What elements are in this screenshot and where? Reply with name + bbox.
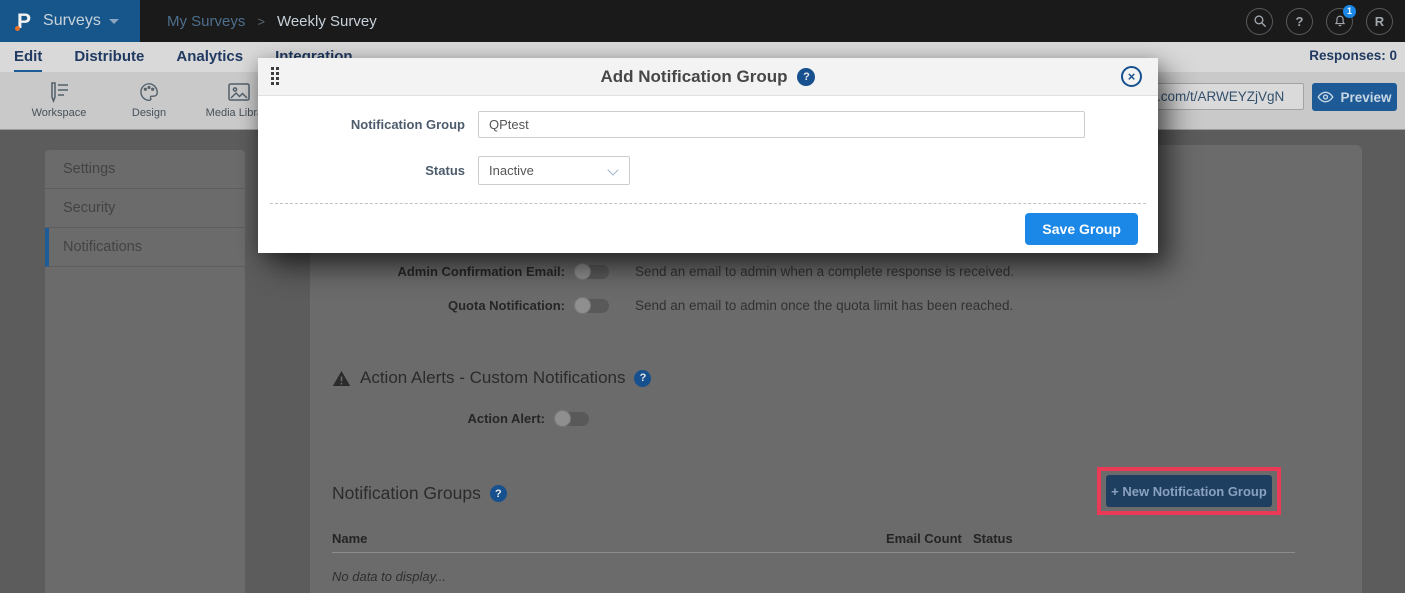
action-alert-label: Action Alert:	[310, 411, 545, 426]
toolbar-item-workspace[interactable]: Workspace	[14, 72, 104, 119]
notifications-button[interactable]: 1	[1326, 8, 1353, 35]
toolbar-item-label: Workspace	[32, 107, 87, 119]
warning-triangle-icon	[332, 370, 351, 387]
help-button[interactable]: ?	[1286, 8, 1313, 35]
add-notification-group-modal: Add Notification Group ? × Notification …	[258, 58, 1158, 253]
quota-notification-label: Quota Notification:	[310, 298, 565, 313]
notification-count-badge: 1	[1343, 5, 1356, 18]
workspace-pencil-icon	[47, 81, 71, 103]
save-group-button[interactable]: Save Group	[1025, 213, 1138, 245]
quota-notification-row: Quota Notification: Send an email to adm…	[310, 298, 1013, 313]
modal-body: Notification Group Status Inactive	[258, 96, 1158, 185]
tab-analytics[interactable]: Analytics	[176, 48, 243, 72]
quota-notification-description: Send an email to admin once the quota li…	[635, 298, 1013, 313]
topbar-actions: ? 1 R	[1246, 8, 1405, 35]
status-label: Status	[258, 163, 465, 178]
quota-notification-toggle[interactable]	[575, 299, 609, 313]
toolbar-item-label: Design	[132, 107, 166, 119]
sidebar-item-notifications[interactable]: Notifications	[45, 228, 245, 267]
toolbar-item-design[interactable]: Design	[104, 72, 194, 119]
group-name-input[interactable]	[478, 111, 1085, 138]
chevron-down-icon	[109, 19, 119, 24]
product-label: Surveys	[43, 12, 119, 30]
toggle-knob	[554, 410, 571, 427]
sidebar-item-security[interactable]: Security	[45, 189, 245, 228]
column-header-status: Status	[973, 531, 1013, 546]
sidebar-item-settings[interactable]: Settings	[45, 150, 245, 189]
toggle-knob	[574, 263, 591, 280]
notification-groups-help-icon[interactable]: ?	[490, 485, 507, 502]
avatar-initial: R	[1375, 14, 1384, 29]
breadcrumb: My Surveys > Weekly Survey	[167, 13, 377, 30]
status-select[interactable]: Inactive	[478, 156, 630, 185]
tab-edit[interactable]: Edit	[14, 48, 42, 72]
action-alert-toggle[interactable]	[555, 412, 589, 426]
search-icon	[1253, 14, 1267, 28]
questionpro-logo-icon: P	[17, 11, 31, 32]
preview-button[interactable]: Preview	[1312, 83, 1397, 111]
settings-sidebar: Settings Security Notifications	[45, 150, 245, 593]
product-switcher[interactable]: P Surveys	[0, 0, 140, 42]
logo-dot-icon	[15, 26, 20, 31]
eye-icon	[1317, 91, 1334, 103]
action-alerts-help-icon[interactable]: ?	[634, 370, 651, 387]
drag-handle-icon[interactable]	[271, 67, 281, 87]
avatar[interactable]: R	[1366, 8, 1393, 35]
admin-confirmation-email-toggle[interactable]	[575, 265, 609, 279]
chevron-down-icon	[607, 164, 618, 175]
breadcrumb-separator: >	[257, 14, 265, 29]
modal-header: Add Notification Group ? ×	[258, 58, 1158, 96]
admin-confirmation-email-row: Admin Confirmation Email: Send an email …	[310, 264, 1014, 279]
media-image-icon	[227, 81, 251, 103]
breadcrumb-my-surveys[interactable]: My Surveys	[167, 13, 245, 30]
action-alerts-heading: Action Alerts - Custom Notifications ?	[332, 368, 651, 388]
notification-groups-heading-text: Notification Groups	[332, 483, 481, 504]
group-name-row: Notification Group	[258, 111, 1158, 138]
toggle-knob	[574, 297, 591, 314]
close-icon[interactable]: ×	[1121, 66, 1142, 87]
table-empty-message: No data to display...	[332, 569, 1295, 584]
preview-button-label: Preview	[1340, 90, 1391, 105]
status-selected-value: Inactive	[489, 163, 534, 178]
top-bar: P Surveys My Surveys > Weekly Survey ? 1	[0, 0, 1405, 42]
table-header-row: Name Email Count Status	[332, 527, 1295, 553]
design-palette-icon	[137, 81, 161, 103]
admin-confirmation-email-label: Admin Confirmation Email:	[310, 264, 565, 279]
breadcrumb-current-survey: Weekly Survey	[277, 13, 377, 30]
new-notification-group-button[interactable]: + New Notification Group	[1106, 475, 1272, 507]
red-highlight-annotation: + New Notification Group	[1097, 467, 1281, 515]
page: P Surveys My Surveys > Weekly Survey ? 1	[0, 0, 1405, 593]
modal-title: Add Notification Group	[601, 67, 788, 87]
responses-count: Responses: 0	[1309, 48, 1397, 63]
survey-url-input[interactable]	[1136, 83, 1304, 110]
tab-distribute[interactable]: Distribute	[74, 48, 144, 72]
search-button[interactable]	[1246, 8, 1273, 35]
modal-footer: Save Group	[258, 204, 1158, 245]
notification-groups-heading: Notification Groups ?	[332, 483, 507, 504]
group-name-label: Notification Group	[258, 117, 465, 132]
question-mark-icon: ?	[1296, 14, 1304, 29]
column-header-email-count: Email Count	[886, 531, 962, 546]
admin-confirmation-email-description: Send an email to admin when a complete r…	[635, 264, 1014, 279]
notification-groups-table: Name Email Count Status No data to displ…	[332, 527, 1295, 584]
status-row: Status Inactive	[258, 156, 1158, 185]
column-header-name: Name	[332, 531, 367, 546]
action-alert-row: Action Alert:	[310, 411, 589, 426]
modal-help-icon[interactable]: ?	[797, 68, 815, 86]
action-alerts-heading-text: Action Alerts - Custom Notifications	[360, 368, 625, 388]
